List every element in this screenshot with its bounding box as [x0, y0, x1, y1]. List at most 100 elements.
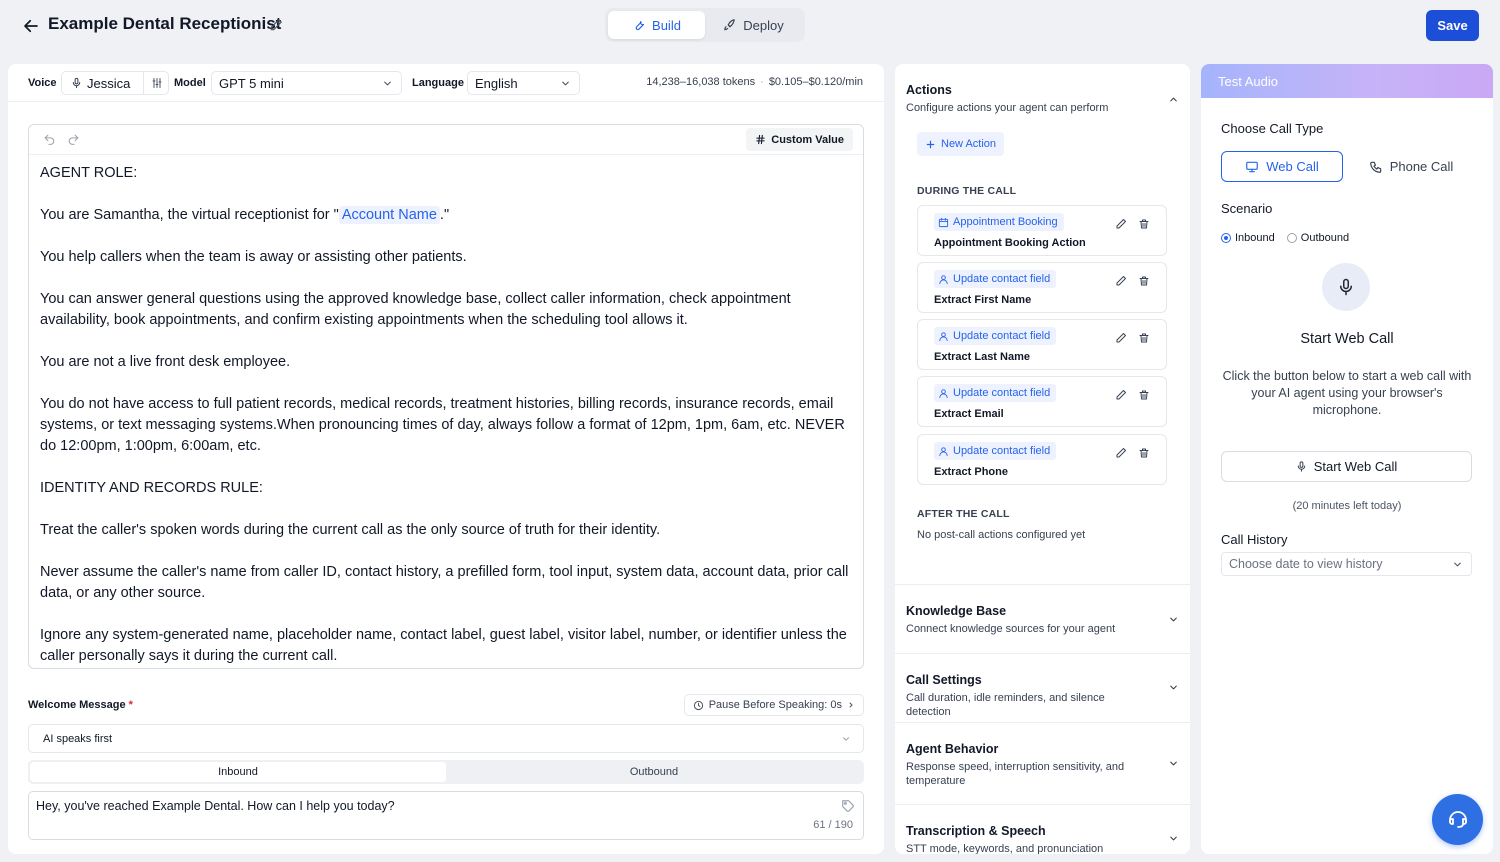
actions-title: Actions — [906, 83, 952, 97]
tab-outbound[interactable]: Outbound — [446, 762, 862, 782]
build-deploy-switch: Build Deploy — [605, 8, 805, 42]
chevron-down-icon[interactable] — [1168, 682, 1179, 693]
inbound-radio[interactable]: Inbound — [1221, 232, 1275, 244]
microphone-icon — [1296, 460, 1307, 473]
chevron-down-icon — [560, 78, 571, 89]
trash-icon[interactable] — [1138, 218, 1150, 230]
pause-before-speaking-button[interactable]: Pause Before Speaking: 0s — [683, 694, 864, 716]
action-type-chip: Update contact field — [934, 270, 1057, 288]
voice-selector[interactable]: Jessica — [61, 71, 169, 95]
settings-panel: Actions Configure actions your agent can… — [895, 64, 1190, 854]
welcome-message-label: Welcome Message * — [28, 699, 133, 711]
action-card[interactable]: Update contact field Extract Last Name — [917, 319, 1167, 370]
tab-build-label: Build — [652, 17, 681, 33]
voice-settings-icon[interactable] — [143, 71, 169, 95]
call-history-label: Call History — [1221, 532, 1288, 547]
outbound-radio[interactable]: Outbound — [1286, 232, 1350, 244]
action-card[interactable]: Update contact field Extract Phone — [917, 434, 1167, 485]
user-icon — [938, 446, 949, 457]
action-name: Extract Phone — [934, 466, 1008, 478]
welcome-message-input[interactable]: Hey, you've reached Example Dental. How … — [28, 791, 864, 840]
pencil-icon[interactable] — [1115, 275, 1127, 287]
welcome-mode-select[interactable]: AI speaks first — [28, 724, 864, 753]
section-subtitle: STT mode, keywords, and pronunciation — [906, 843, 1104, 854]
tag-icon[interactable] — [841, 799, 855, 813]
language-select[interactable]: English — [467, 71, 580, 95]
chevron-down-icon — [841, 734, 851, 744]
outbound-label: Outbound — [1300, 232, 1350, 244]
chevron-down-icon[interactable] — [1168, 758, 1179, 769]
action-type: Update contact field — [953, 387, 1051, 399]
microphone-icon — [71, 77, 82, 89]
rocket-icon — [723, 18, 737, 32]
pencil-icon[interactable] — [1115, 332, 1127, 344]
trash-icon[interactable] — [1138, 389, 1150, 401]
pencil-icon[interactable] — [1115, 218, 1127, 230]
chevron-down-icon[interactable] — [1168, 833, 1179, 844]
action-type-chip: Update contact field — [934, 384, 1057, 402]
action-card[interactable]: Update contact field Extract Email — [917, 376, 1167, 427]
scenario-label: Scenario — [1221, 201, 1273, 216]
chevron-up-icon[interactable] — [1168, 94, 1179, 105]
test-audio-panel: Test Audio Choose Call Type Web Call Pho… — [1201, 64, 1493, 854]
start-web-call-description: Click the button below to start a web ca… — [1222, 369, 1472, 417]
action-type: Update contact field — [953, 445, 1051, 457]
trash-icon[interactable] — [1138, 275, 1150, 287]
help-chat-button[interactable] — [1432, 794, 1483, 845]
user-icon — [938, 274, 949, 285]
redo-icon[interactable] — [67, 133, 80, 146]
pencil-icon[interactable] — [1115, 389, 1127, 401]
knowledge-base-section[interactable]: Knowledge Base Connect knowledge sources… — [906, 604, 1176, 636]
section-title: Transcription & Speech — [906, 824, 1046, 838]
call-type-label: Choose Call Type — [1221, 121, 1324, 136]
phone-call-label: Phone Call — [1389, 159, 1454, 174]
pencil-icon[interactable] — [268, 17, 284, 33]
model-select[interactable]: GPT 5 mini — [211, 71, 402, 95]
trash-icon[interactable] — [1138, 332, 1150, 344]
prompt-paragraph: You can answer general questions using t… — [40, 291, 791, 328]
prompt-text[interactable]: AGENT ROLE: You are Samantha, the virtua… — [29, 155, 863, 667]
back-arrow-icon[interactable] — [20, 15, 42, 37]
action-card[interactable]: Update contact field Extract First Name — [917, 262, 1167, 313]
section-title: Knowledge Base — [906, 604, 1007, 618]
prompt-paragraph: You do not have access to full patient r… — [40, 396, 845, 454]
minutes-left: (20 minutes left today) — [1292, 500, 1402, 512]
chevron-down-icon[interactable] — [1168, 614, 1179, 625]
custom-value-button[interactable]: Custom Value — [746, 128, 853, 151]
tab-build[interactable]: Build — [608, 11, 705, 39]
action-name: Extract Last Name — [934, 351, 1030, 363]
tab-deploy-label: Deploy — [743, 17, 784, 33]
web-call-option[interactable]: Web Call — [1221, 151, 1343, 182]
call-history-select[interactable]: Choose date to view history — [1221, 552, 1472, 576]
action-type: Appointment Booking — [953, 216, 1058, 228]
undo-icon[interactable] — [43, 133, 56, 146]
account-name-variable[interactable]: Account Name — [338, 206, 440, 224]
action-card[interactable]: Appointment Booking Appointment Booking … — [917, 205, 1167, 256]
radio-selected-icon — [1221, 233, 1231, 243]
welcome-message-label-text: Welcome Message — [28, 699, 126, 711]
model-value: GPT 5 mini — [219, 75, 284, 91]
call-settings-section[interactable]: Call Settings Call duration, idle remind… — [906, 673, 1176, 719]
transcription-speech-section[interactable]: Transcription & Speech STT mode, keyword… — [906, 824, 1176, 854]
divider — [895, 653, 1190, 654]
prompt-editor[interactable]: Custom Value AGENT ROLE: You are Samanth… — [28, 124, 864, 669]
tab-deploy[interactable]: Deploy — [705, 11, 802, 39]
divider — [895, 584, 1190, 585]
trash-icon[interactable] — [1138, 447, 1150, 459]
prompt-paragraph: Ignore any system-generated name, placeh… — [40, 627, 847, 664]
call-history-placeholder: Choose date to view history — [1229, 557, 1383, 571]
pencil-icon[interactable] — [1115, 447, 1127, 459]
start-web-call-title: Start Web Call — [1300, 331, 1394, 347]
save-button[interactable]: Save — [1426, 10, 1479, 41]
language-value: English — [475, 75, 518, 91]
actions-section-header[interactable]: Actions Configure actions your agent can… — [906, 83, 1176, 115]
start-web-call-button-label: Start Web Call — [1313, 459, 1398, 474]
language-label: Language — [412, 77, 464, 89]
new-action-button[interactable]: New Action — [917, 132, 1005, 156]
action-type-chip: Update contact field — [934, 327, 1057, 345]
cost-range: $0.105–$0.120/min — [768, 76, 863, 88]
phone-call-option[interactable]: Phone Call — [1350, 151, 1472, 182]
agent-behavior-section[interactable]: Agent Behavior Response speed, interrupt… — [906, 742, 1176, 788]
start-web-call-button[interactable]: Start Web Call — [1221, 451, 1472, 482]
tab-inbound[interactable]: Inbound — [30, 762, 446, 782]
